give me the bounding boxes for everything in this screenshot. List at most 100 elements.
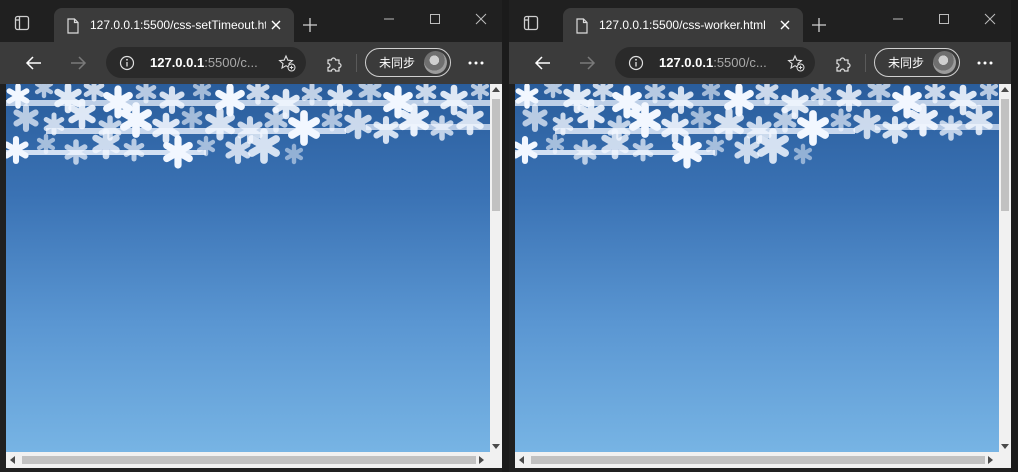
new-tab-button[interactable] bbox=[302, 17, 318, 33]
snowflake bbox=[34, 84, 54, 99]
more-icon[interactable] bbox=[466, 55, 486, 71]
snowflake bbox=[853, 108, 881, 140]
scroll-up-arrow-icon[interactable] bbox=[492, 87, 500, 92]
forward-arrow-icon bbox=[68, 53, 88, 73]
close-window-button[interactable] bbox=[474, 12, 488, 26]
tab-title: 127.0.0.1:5500/css-setTimeout.html bbox=[90, 18, 266, 32]
snowflake bbox=[755, 84, 779, 105]
url-host: 127.0.0.1 bbox=[659, 55, 714, 70]
snowflake bbox=[181, 106, 203, 130]
back-button[interactable] bbox=[533, 53, 553, 73]
toolbar: 127.0.0.1:5500/c... 未同步 bbox=[509, 42, 1011, 84]
scroll-down-arrow-icon[interactable] bbox=[492, 444, 500, 449]
snowflake bbox=[192, 84, 212, 101]
info-icon[interactable] bbox=[119, 55, 135, 71]
address-bar[interactable]: 127.0.0.1:5500/c... bbox=[615, 47, 815, 78]
close-window-icon bbox=[983, 12, 997, 26]
snowflake-layer bbox=[515, 84, 999, 169]
file-icon bbox=[575, 18, 589, 34]
url-text: 127.0.0.1:5500/c... bbox=[659, 55, 779, 71]
page-content[interactable] bbox=[6, 84, 490, 452]
tab-title: 127.0.0.1:5500/css-worker.html bbox=[599, 18, 766, 32]
toolbar-divider bbox=[356, 54, 357, 72]
tab-actions-icon[interactable] bbox=[523, 15, 539, 31]
page-content[interactable] bbox=[515, 84, 999, 452]
minimize-button[interactable] bbox=[382, 12, 396, 26]
scroll-left-arrow-icon[interactable] bbox=[519, 456, 524, 464]
forward-button[interactable] bbox=[577, 53, 597, 73]
new-tab-button[interactable] bbox=[811, 17, 827, 33]
snowflake bbox=[644, 84, 666, 104]
forward-button[interactable] bbox=[68, 53, 88, 73]
snowflake bbox=[979, 84, 999, 101]
puzzle-icon[interactable] bbox=[834, 55, 852, 73]
snowflake bbox=[225, 135, 251, 165]
forward-arrow-icon bbox=[577, 53, 597, 73]
minimize-button[interactable] bbox=[891, 12, 905, 26]
snowflake bbox=[867, 84, 891, 103]
vertical-scroll-thumb[interactable] bbox=[1001, 99, 1009, 211]
avatar bbox=[424, 51, 447, 74]
maximize-icon bbox=[428, 12, 442, 26]
url-text: 127.0.0.1:5500/c... bbox=[150, 55, 270, 71]
snowflake bbox=[415, 84, 437, 104]
close-window-icon bbox=[474, 12, 488, 26]
favorites-star-icon[interactable] bbox=[278, 54, 296, 72]
tab-active[interactable]: 127.0.0.1:5500/css-setTimeout.html bbox=[54, 8, 294, 42]
scroll-right-arrow-icon[interactable] bbox=[988, 456, 993, 464]
snowflake bbox=[321, 108, 343, 132]
vertical-scrollbar[interactable] bbox=[999, 84, 1011, 452]
url-path: :5500/c... bbox=[713, 55, 767, 70]
tab-bar: 127.0.0.1:5500/css-setTimeout.html bbox=[0, 0, 502, 42]
more-icon[interactable] bbox=[975, 55, 995, 71]
maximize-button[interactable] bbox=[937, 12, 951, 26]
scroll-down-arrow-icon[interactable] bbox=[1001, 444, 1009, 449]
browser-window-left: 127.0.0.1:5500/css-setTimeout.html 127.0… bbox=[0, 0, 502, 472]
horizontal-scroll-thumb[interactable] bbox=[22, 456, 476, 464]
snowflake bbox=[793, 143, 813, 165]
minimize-icon bbox=[891, 12, 905, 26]
back-button[interactable] bbox=[24, 53, 44, 73]
vertical-scrollbar[interactable] bbox=[490, 84, 502, 452]
vertical-scroll-thumb[interactable] bbox=[492, 99, 500, 211]
scroll-up-arrow-icon[interactable] bbox=[1001, 87, 1009, 92]
snowflake bbox=[924, 84, 946, 104]
url-path: :5500/c... bbox=[204, 55, 258, 70]
snowflake bbox=[135, 84, 157, 104]
close-window-button[interactable] bbox=[983, 12, 997, 26]
info-icon[interactable] bbox=[628, 55, 644, 71]
file-icon bbox=[66, 18, 80, 34]
snowflake bbox=[13, 103, 39, 133]
profile-button[interactable]: 未同步 bbox=[365, 48, 451, 77]
url-host: 127.0.0.1 bbox=[150, 55, 205, 70]
tab-actions-icon[interactable] bbox=[14, 15, 30, 31]
scroll-right-arrow-icon[interactable] bbox=[479, 456, 484, 464]
snowflake bbox=[344, 108, 372, 140]
horizontal-scrollbar[interactable] bbox=[515, 452, 1011, 468]
snowflake bbox=[284, 143, 304, 165]
horizontal-scroll-thumb[interactable] bbox=[531, 456, 985, 464]
close-icon[interactable] bbox=[778, 18, 792, 32]
maximize-icon bbox=[937, 12, 951, 26]
favorites-star-icon[interactable] bbox=[787, 54, 805, 72]
maximize-button[interactable] bbox=[428, 12, 442, 26]
snowflake bbox=[83, 84, 105, 102]
snowflake bbox=[690, 106, 712, 130]
snowflake-layer bbox=[6, 84, 490, 169]
snowflake bbox=[36, 133, 56, 155]
browser-window-right: 127.0.0.1:5500/css-worker.html 127.0.0.1… bbox=[509, 0, 1011, 472]
puzzle-icon[interactable] bbox=[325, 55, 343, 73]
back-arrow-icon bbox=[533, 53, 553, 73]
toolbar: 127.0.0.1:5500/c... 未同步 bbox=[0, 42, 502, 84]
horizontal-scrollbar[interactable] bbox=[6, 452, 502, 468]
snowflake bbox=[358, 84, 382, 103]
tab-active[interactable]: 127.0.0.1:5500/css-worker.html bbox=[563, 8, 803, 42]
snowflake bbox=[830, 108, 852, 132]
scroll-left-arrow-icon[interactable] bbox=[10, 456, 15, 464]
profile-button[interactable]: 未同步 bbox=[874, 48, 960, 77]
avatar bbox=[933, 51, 956, 74]
snowflake bbox=[545, 133, 565, 155]
snowflake bbox=[734, 135, 760, 165]
close-icon[interactable] bbox=[269, 18, 283, 32]
address-bar[interactable]: 127.0.0.1:5500/c... bbox=[106, 47, 306, 78]
